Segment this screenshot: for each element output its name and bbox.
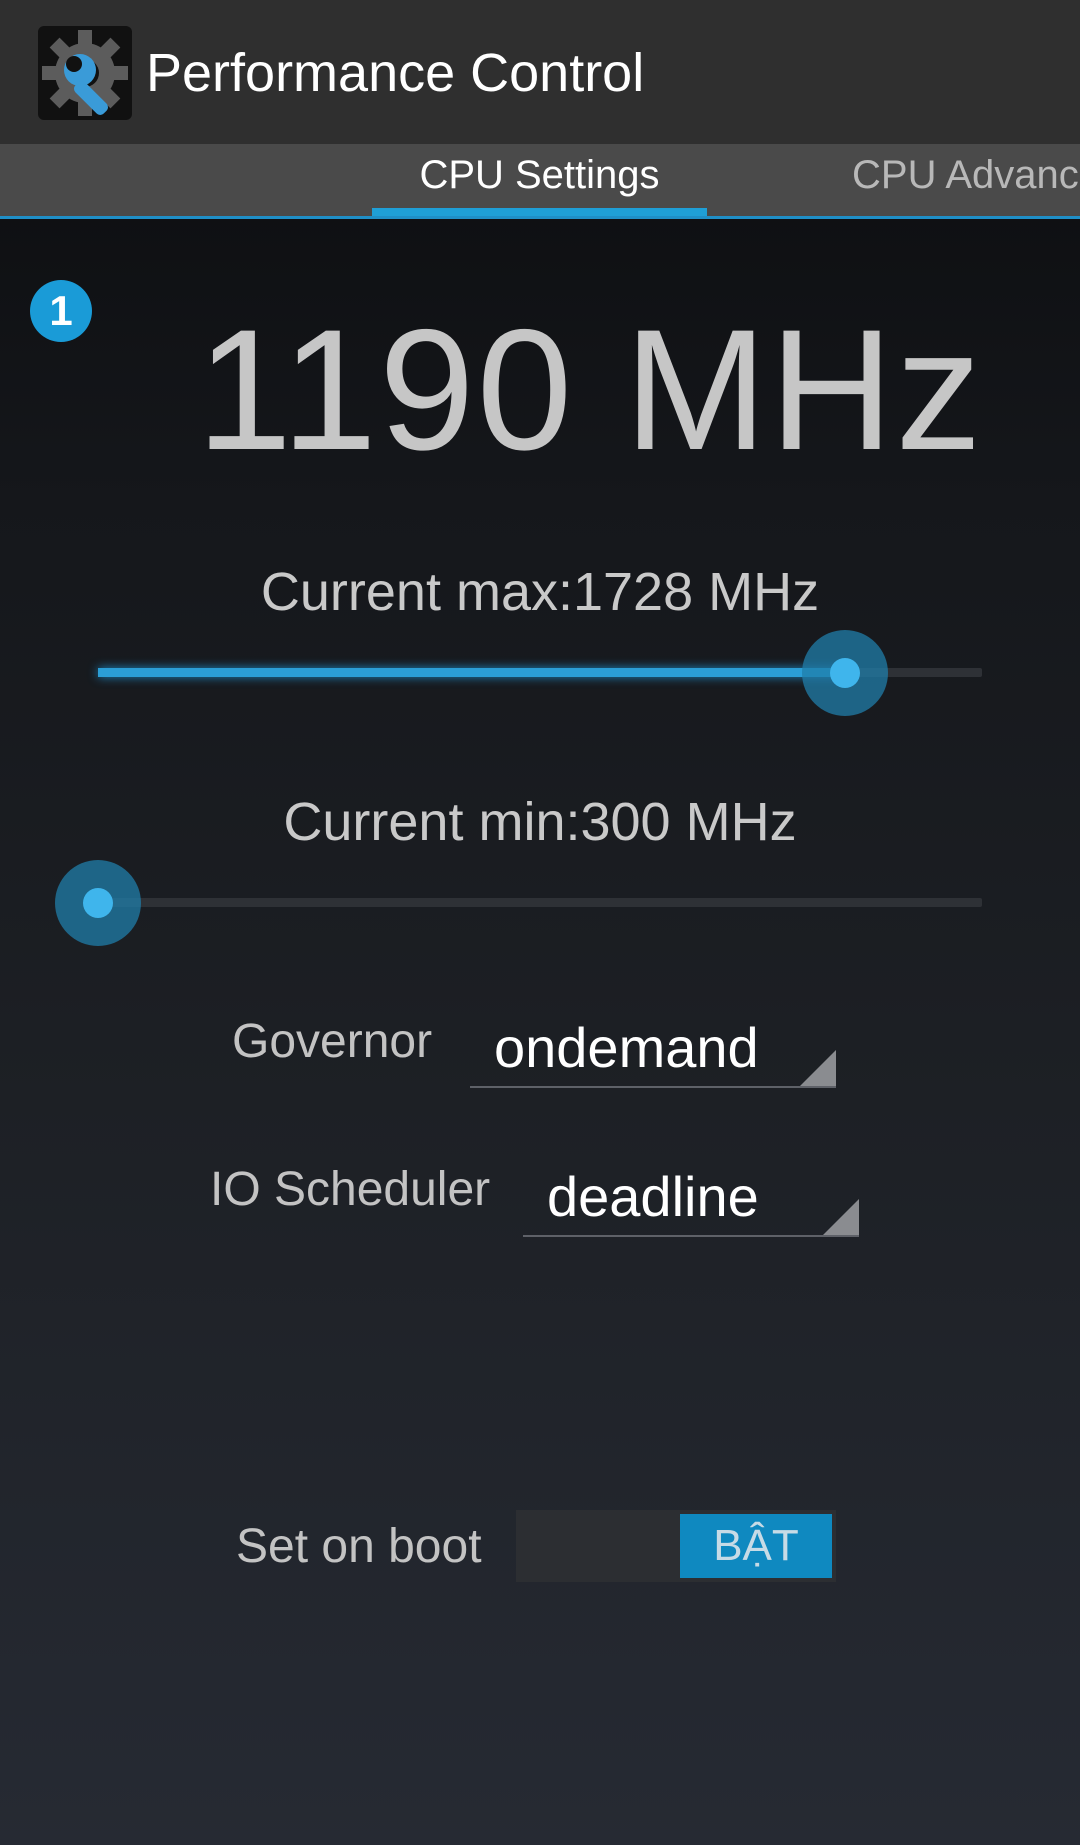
tab-cpu-advanced[interactable]: CPU Advanc [852, 144, 1079, 216]
dropdown-corner-icon [823, 1199, 859, 1235]
set-on-boot-toggle[interactable]: BẬT [516, 1510, 836, 1582]
tab-label: CPU Settings [419, 153, 660, 197]
io-scheduler-label: IO Scheduler [210, 1163, 491, 1216]
set-on-boot-label: Set on boot [236, 1520, 482, 1573]
gear-wrench-icon [38, 26, 132, 120]
toggle-state: BẬT [680, 1514, 832, 1578]
governor-dropdown[interactable]: ondemand [470, 1016, 836, 1088]
governor-value: ondemand [494, 1016, 759, 1079]
tab-strip: CPU Settings CPU Advanc [0, 144, 1080, 219]
tab-label: CPU Advanc [852, 153, 1079, 197]
slider-fill [98, 668, 845, 677]
current-frequency: 1190 MHz [196, 294, 984, 486]
slider-track [98, 898, 982, 907]
min-frequency-label: Current min:300 MHz [283, 792, 797, 852]
tab-cpu-settings[interactable]: CPU Settings [372, 144, 707, 216]
tab-active-indicator [372, 208, 707, 216]
action-bar: Performance Control [0, 0, 1080, 144]
io-scheduler-value: deadline [547, 1165, 759, 1228]
io-scheduler-dropdown[interactable]: deadline [523, 1165, 859, 1237]
max-frequency-label: Current max:1728 MHz [260, 562, 820, 622]
screen: Performance Control CPU Settings CPU Adv… [0, 0, 1080, 1845]
slider-thumb[interactable] [802, 630, 888, 716]
governor-label: Governor [232, 1015, 433, 1068]
app-title: Performance Control [146, 43, 645, 103]
max-frequency-slider[interactable] [98, 627, 982, 717]
dropdown-corner-icon [800, 1050, 836, 1086]
min-frequency-slider[interactable] [55, 857, 982, 947]
slider-thumb[interactable] [55, 860, 141, 946]
